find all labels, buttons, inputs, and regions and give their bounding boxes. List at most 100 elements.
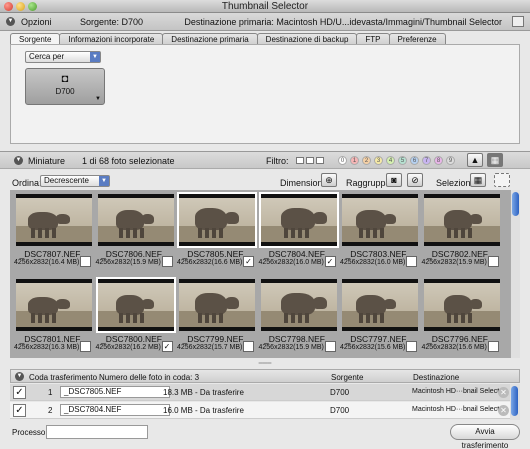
- thumbnail-dimensions: 4256x2832(16.4 MB): [14, 259, 80, 266]
- thumbnails-title: Miniature: [28, 156, 66, 166]
- remove-icon[interactable]: ✕: [498, 387, 509, 398]
- queue-disclosure-icon[interactable]: ▼: [15, 372, 24, 381]
- queue-row-filename[interactable]: _DSC7805.NEF: [60, 386, 170, 398]
- thumbnail-dimensions: 4256x2832(15.9 MB): [421, 259, 487, 266]
- thumbnail-dimensions: 4256x2832(16.0 MB): [340, 259, 406, 266]
- zoom-in-icon[interactable]: ⊕: [321, 173, 337, 187]
- thumbnail-item[interactable]: _DSC7798.NEF 4256x2832(15.9 MB): [259, 275, 337, 355]
- thumbnail-dimensions: 4256x2832(16.3 MB): [14, 344, 80, 351]
- view-mode-single-icon[interactable]: ▲: [467, 153, 483, 167]
- thumbnail-image[interactable]: [260, 279, 337, 331]
- thumbnail-item[interactable]: _DSC7805.NEF 4256x2832(16.6 MB) ✓: [177, 190, 257, 270]
- thumbnail-dimensions: 4256x2832(15.9 MB): [258, 344, 324, 351]
- rating-filter-8[interactable]: 8: [434, 156, 443, 165]
- scroll-thumb[interactable]: [512, 192, 519, 216]
- thumbnail-checkbox[interactable]: ✓: [243, 256, 254, 267]
- options-source: Sorgente: D700: [80, 17, 144, 27]
- thumbnail-image[interactable]: [97, 194, 174, 246]
- camera-group-icon[interactable]: ◙: [386, 173, 402, 187]
- rating-filter-6[interactable]: 6: [410, 156, 419, 165]
- thumbnail-checkbox[interactable]: ✓: [161, 341, 173, 352]
- thumbnail-image[interactable]: [16, 279, 92, 331]
- thumbnail-item[interactable]: _DSC7806.NEF 4256x2832(15.9 MB): [96, 190, 174, 270]
- thumbnail-filename: _DSC7806.NEF: [101, 249, 162, 259]
- thumbnail-item[interactable]: _DSC7796.NEF 4256x2832(15.6 MB): [422, 275, 500, 355]
- order-select[interactable]: Decrescente ▼: [40, 175, 110, 187]
- thumbnail-filename: _DSC7804.NEF: [264, 249, 325, 259]
- thumbnail-dimensions: 4256x2832(15.6 MB): [340, 344, 406, 351]
- thumbnail-image[interactable]: [95, 277, 176, 333]
- thumbnail-scrollbar[interactable]: [510, 190, 520, 358]
- camera-icon: ◘: [61, 73, 69, 85]
- thumbnail-filename: _DSC7800.NEF: [101, 334, 162, 344]
- panel-toggle-icon[interactable]: [512, 16, 524, 27]
- no-group-icon[interactable]: ⊘: [407, 173, 423, 187]
- thumbnail-filename: _DSC7805.NEF: [182, 249, 244, 259]
- splitter-handle[interactable]: ═══: [0, 360, 530, 368]
- thumbnail-image[interactable]: [423, 194, 500, 246]
- rating-filter-0[interactable]: 0: [338, 156, 347, 165]
- thumbnail-item[interactable]: _DSC7799.NEF 4256x2832(15.7 MB): [177, 275, 255, 355]
- thumbnail-checkbox[interactable]: [406, 256, 417, 267]
- process-label: Processo:: [12, 428, 48, 437]
- thumbnail-checkbox[interactable]: [80, 341, 91, 352]
- thumbnail-dimensions: 4256x2832(15.9 MB): [95, 259, 161, 266]
- filter-box-1[interactable]: [296, 157, 304, 164]
- title-bar: Thumbnail Selector: [0, 0, 530, 13]
- rating-filter-1[interactable]: 1: [350, 156, 359, 165]
- process-field: [46, 425, 148, 439]
- filter-box-2[interactable]: [306, 157, 314, 164]
- rating-filter-9[interactable]: 9: [446, 156, 455, 165]
- thumbnail-image[interactable]: [342, 279, 418, 331]
- queue-row-filename[interactable]: _DSC7804.NEF: [60, 404, 170, 416]
- camera-source-tile[interactable]: ◘ D700 ▼: [25, 68, 105, 105]
- thumbnail-checkbox[interactable]: ✓: [324, 256, 336, 267]
- filter-box-3[interactable]: [316, 157, 324, 164]
- queue-row-checkbox[interactable]: ✓: [13, 404, 26, 417]
- thumbnail-checkbox[interactable]: [324, 341, 336, 352]
- search-by-select[interactable]: Cerca per ▼: [25, 51, 101, 63]
- queue-row[interactable]: ✓ 1 _DSC7805.NEF 18.3 MB - Da trasferire…: [10, 384, 520, 401]
- thumbnail-item[interactable]: _DSC7807.NEF 4256x2832(16.4 MB): [14, 190, 92, 270]
- queue-row-size: 18.3 MB - Da trasferire: [163, 388, 244, 397]
- rating-filter-7[interactable]: 7: [422, 156, 431, 165]
- thumbnail-image[interactable]: [177, 192, 257, 248]
- thumbnail-image[interactable]: [16, 194, 92, 246]
- view-mode-grid-icon[interactable]: ▦: [487, 153, 503, 167]
- queue-row-checkbox[interactable]: ✓: [13, 386, 26, 399]
- thumbnail-image[interactable]: [423, 279, 500, 331]
- rating-filter-5[interactable]: 5: [398, 156, 407, 165]
- options-disclosure-icon[interactable]: ▼: [6, 17, 15, 26]
- thumbnail-item[interactable]: _DSC7800.NEF 4256x2832(16.2 MB) ✓: [95, 275, 176, 355]
- thumbnail-filename: _DSC7799.NEF: [182, 334, 244, 344]
- queue-row-index: 2: [48, 406, 53, 415]
- rating-filter-4[interactable]: 4: [386, 156, 395, 165]
- thumbnail-checkbox[interactable]: [487, 256, 499, 267]
- queue-scrollbar[interactable]: [510, 384, 520, 420]
- thumbnail-image[interactable]: [342, 194, 418, 246]
- deselect-all-icon[interactable]: [494, 173, 510, 187]
- select-all-icon[interactable]: ▦: [470, 173, 486, 187]
- thumbnail-image[interactable]: [179, 279, 255, 331]
- thumbnail-checkbox[interactable]: [243, 341, 254, 352]
- thumbnail-checkbox[interactable]: [487, 341, 499, 352]
- thumbnail-checkbox[interactable]: [161, 256, 173, 267]
- queue-header: ▼ Coda trasferimento Numero delle foto i…: [10, 369, 520, 383]
- thumbnail-item[interactable]: _DSC7797.NEF 4256x2832(15.6 MB): [340, 275, 418, 355]
- thumbnail-item[interactable]: _DSC7802.NEF 4256x2832(15.9 MB): [422, 190, 500, 270]
- thumbnail-item[interactable]: _DSC7803.NEF 4256x2832(16.0 MB): [340, 190, 418, 270]
- thumbnail-item[interactable]: _DSC7801.NEF 4256x2832(16.3 MB): [14, 275, 92, 355]
- start-transfer-button[interactable]: Avvia trasferimento: [450, 424, 520, 449]
- rating-filter-2[interactable]: 2: [362, 156, 371, 165]
- thumbnail-checkbox[interactable]: [80, 256, 91, 267]
- remove-icon[interactable]: ✕: [498, 405, 509, 416]
- thumbnails-disclosure-icon[interactable]: ▼: [14, 156, 23, 165]
- queue-row[interactable]: ✓ 2 _DSC7804.NEF 16.0 MB - Da trasferire…: [10, 402, 520, 419]
- thumbnail-item[interactable]: _DSC7804.NEF 4256x2832(16.0 MB) ✓: [258, 190, 339, 270]
- thumbnail-image[interactable]: [258, 192, 339, 248]
- scroll-thumb[interactable]: [511, 386, 518, 416]
- thumbnail-dimensions: 4256x2832(15.7 MB): [177, 344, 243, 351]
- rating-filter-3[interactable]: 3: [374, 156, 383, 165]
- dropdown-triangle-icon[interactable]: ▼: [95, 96, 101, 102]
- thumbnail-checkbox[interactable]: [406, 341, 417, 352]
